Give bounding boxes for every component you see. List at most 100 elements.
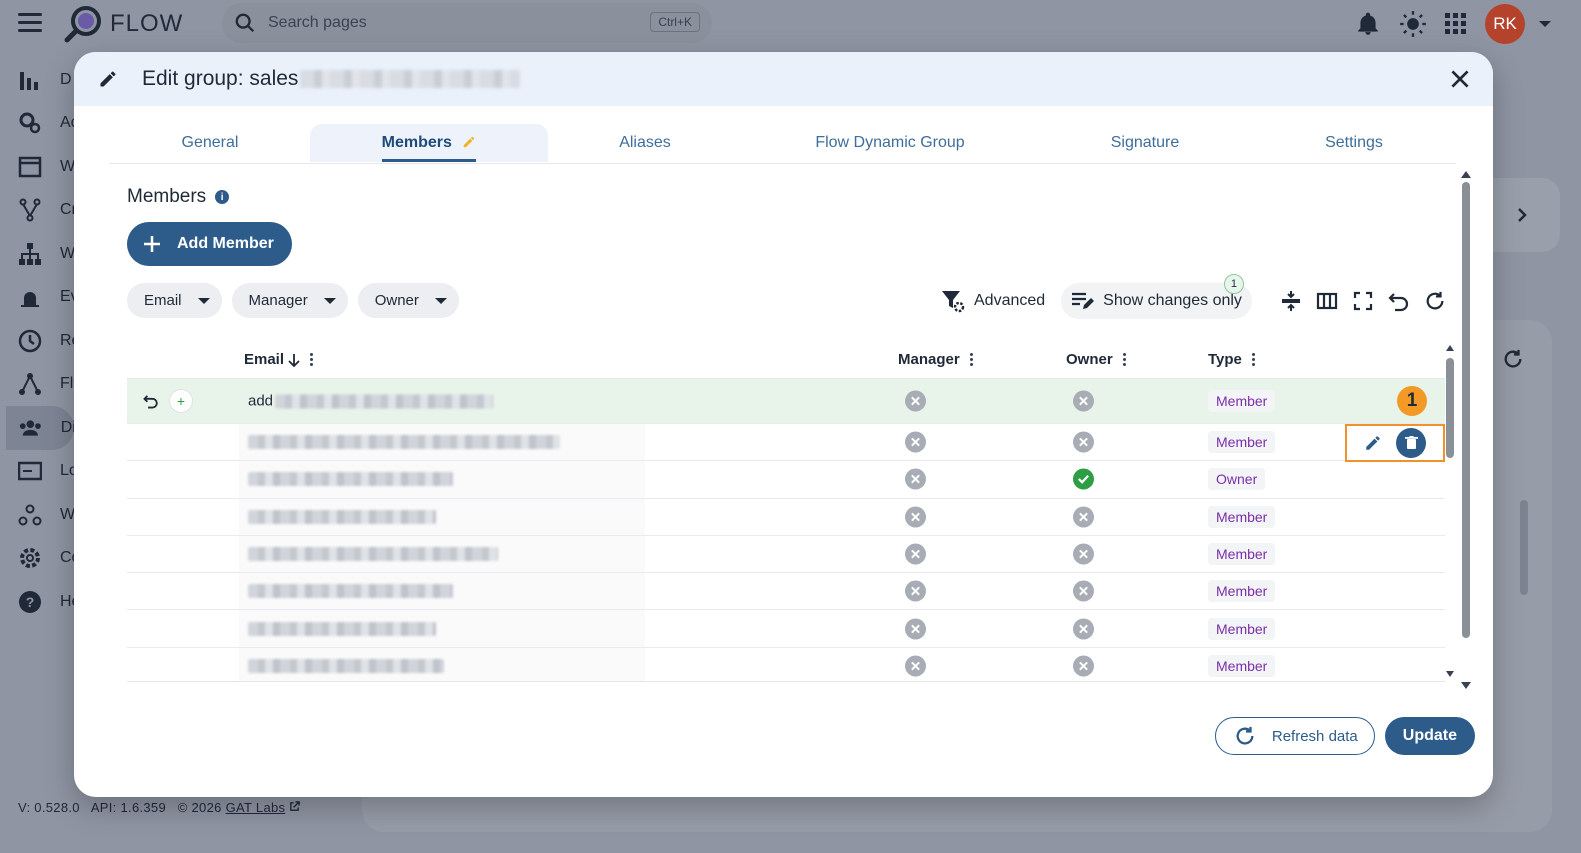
bell-icon[interactable] [1355,11,1381,37]
type-badge: Member [1208,431,1276,454]
tab-bar: General Members Aliases Flow Dynamic Gro… [110,124,1456,164]
check-icon [1073,468,1094,490]
fullscreen-icon[interactable] [1352,290,1374,312]
column-menu-icon[interactable] [310,353,314,366]
column-menu-icon[interactable] [969,353,973,366]
search-icon [235,13,255,33]
search-shortcut: Ctrl+K [650,12,700,32]
tab-members[interactable]: Members [310,124,548,162]
menu-icon[interactable] [18,13,42,33]
tab-flow-dynamic-group[interactable]: Flow Dynamic Group [742,124,1038,162]
columns-icon[interactable] [1316,290,1338,312]
add-member-button[interactable]: Add Member [127,222,292,266]
tab-aliases[interactable]: Aliases [548,124,742,162]
column-manager[interactable]: Manager [898,351,973,368]
theme-icon[interactable] [1399,10,1427,38]
sidebar-item-2[interactable]: W [0,145,74,189]
info-icon[interactable]: i [215,190,230,204]
avatar[interactable]: RK [1485,4,1525,44]
background-scrollbar[interactable] [1520,500,1528,595]
refresh-data-button[interactable]: Refresh data [1214,717,1375,755]
close-icon[interactable] [1447,66,1473,92]
table-row[interactable]: Member [127,424,1445,462]
filter-manager[interactable]: Manager [231,283,348,318]
tab-settings[interactable]: Settings [1252,124,1456,162]
copyright-text: © 2026 [177,800,222,815]
column-menu-icon[interactable] [1122,353,1126,366]
apps-grid-icon[interactable] [1445,13,1467,35]
advanced-filter-button[interactable]: Advanced [940,288,1045,314]
refresh-icon[interactable] [1502,348,1524,370]
members-panel: Members i Add Member Email Manager Owner… [126,174,1456,694]
sidebar-item-12[interactable]: ?He [0,580,74,624]
clock-icon [18,329,42,352]
table-row[interactable]: Member [127,535,1445,574]
table-row[interactable]: Member [127,647,1445,681]
help-icon: ? [19,590,41,613]
delete-row-button[interactable] [1396,428,1426,458]
caret-down-icon [323,297,336,304]
sidebar-item-1[interactable]: Ac [0,102,74,146]
row-actions [1345,424,1445,462]
add-member-label: Add Member [177,235,274,252]
show-changes-only-button[interactable]: Show changes only 1 [1061,274,1252,319]
sidebar-item-3[interactable]: Cr [0,189,74,233]
account-dropdown-icon[interactable] [1539,21,1551,27]
filter-owner[interactable]: Owner [357,283,459,318]
alarm-icon [21,292,39,308]
scroll-down-icon[interactable] [1445,670,1455,678]
plus-icon [144,236,160,252]
chevron-right-icon[interactable] [1514,207,1530,223]
top-bar: FLOW Search pages Ctrl+K RK [0,0,1581,48]
no-icon [1073,431,1094,453]
dialog-scrollbar[interactable] [1460,170,1472,690]
table-row[interactable]: Owner [127,461,1445,499]
column-owner[interactable]: Owner [1066,351,1126,368]
sidebar-item-9[interactable]: Lo [0,450,74,494]
table-row[interactable]: Member [127,498,1445,536]
changes-count-badge: 1 [1223,274,1244,294]
sidebar: D Ac W Cr W Ev Re Fl Di Lo W Co ?He [0,58,74,624]
trash-icon [1404,436,1418,449]
sidebar-item-10[interactable]: W [0,493,74,537]
table-row-new[interactable]: + add Member 1 [127,379,1445,424]
table-row[interactable]: Member [127,573,1445,611]
no-icon [905,390,926,412]
update-button[interactable]: Update [1384,717,1475,755]
sort-down-icon[interactable] [288,353,300,367]
undo-row-icon[interactable] [143,393,159,409]
scroll-up-icon[interactable] [1445,344,1455,352]
type-badge: Member [1208,505,1276,528]
edit-row-icon[interactable] [1364,434,1382,452]
sidebar-item-8[interactable]: Di [6,406,74,450]
undo-icon[interactable] [1388,290,1410,312]
column-type[interactable]: Type [1208,351,1255,368]
bar-chart-icon [20,71,38,90]
external-link-icon [290,801,301,811]
filter-email[interactable]: Email [127,283,222,318]
sidebar-item-6[interactable]: Re [0,319,74,363]
table-row[interactable]: Member [127,610,1445,648]
sidebar-item-0[interactable]: D [0,58,74,102]
sidebar-item-5[interactable]: Ev [0,276,74,320]
new-member-email[interactable]: add [248,393,273,410]
sidebar-item-11[interactable]: Co [0,537,74,581]
tab-signature[interactable]: Signature [1038,124,1252,162]
filter-chips: Email Manager Owner [127,283,459,318]
no-icon [905,543,926,565]
app-logo[interactable]: FLOW [64,5,183,43]
people-icon [19,420,41,436]
sidebar-item-7[interactable]: Fl [0,363,74,407]
scroll-down-icon[interactable] [1460,681,1472,690]
reload-icon[interactable] [1424,290,1446,312]
density-icon[interactable] [1280,290,1302,312]
column-menu-icon[interactable] [1251,353,1255,366]
grid-scrollbar[interactable] [1445,344,1455,678]
tab-general[interactable]: General [110,124,310,162]
search-input[interactable]: Search pages Ctrl+K [222,3,712,43]
redacted-email [248,435,560,450]
gat-labs-link[interactable]: GAT Labs [226,800,286,815]
scroll-up-icon[interactable] [1460,170,1472,179]
column-email[interactable]: Email [244,351,314,368]
sidebar-item-4[interactable]: W [0,232,74,276]
